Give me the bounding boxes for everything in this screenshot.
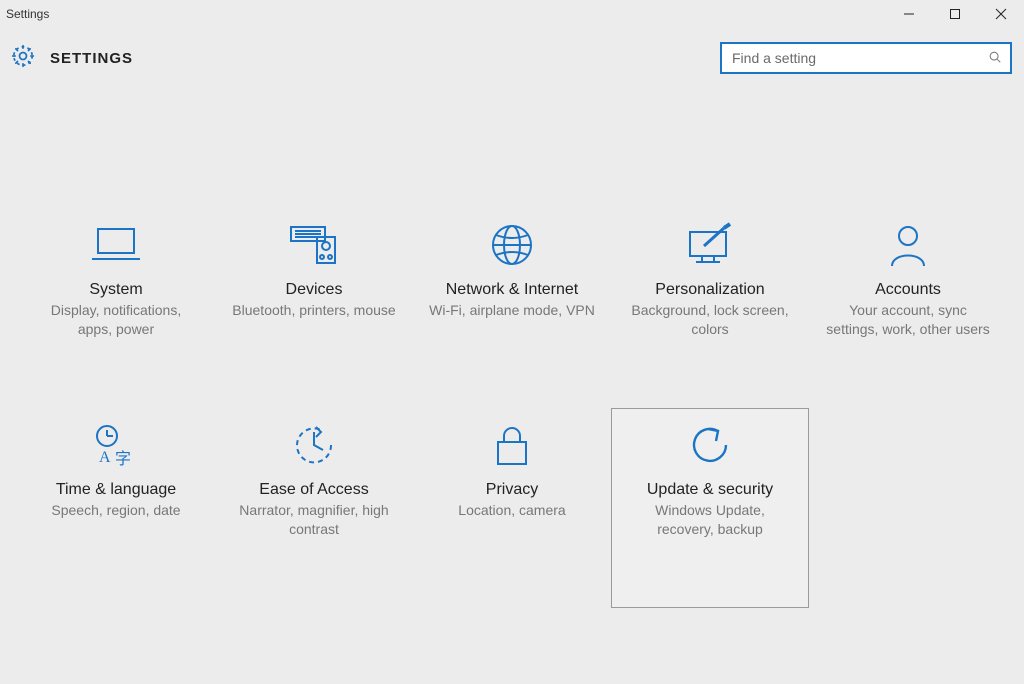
ease-of-access-icon — [291, 417, 337, 473]
tile-title: Devices — [286, 281, 343, 299]
tile-title: Privacy — [486, 481, 538, 499]
settings-grid: System Display, notifications, apps, pow… — [17, 208, 1007, 608]
window-controls — [886, 0, 1024, 28]
tile-desc: Wi-Fi, airplane mode, VPN — [429, 301, 595, 320]
globe-icon — [489, 217, 535, 273]
laptop-icon — [90, 217, 142, 273]
tile-desc: Speech, region, date — [51, 501, 180, 520]
titlebar: Settings — [0, 0, 1024, 28]
tile-desc: Windows Update, recovery, backup — [626, 501, 794, 539]
tile-desc: Your account, sync settings, work, other… — [824, 301, 992, 339]
tile-title: Update & security — [647, 481, 773, 499]
tile-desc: Location, camera — [458, 501, 565, 520]
minimize-button[interactable] — [886, 0, 932, 28]
search-icon — [988, 50, 1002, 67]
tile-title: Time & language — [56, 481, 176, 499]
page-title: SETTINGS — [50, 50, 133, 67]
tile-update-security[interactable]: Update & security Windows Update, recove… — [611, 408, 809, 608]
svg-text:字: 字 — [115, 450, 131, 468]
personalization-icon — [684, 217, 736, 273]
tile-time-language[interactable]: A 字 Time & language Speech, region, date — [17, 408, 215, 608]
search-input[interactable] — [730, 49, 988, 67]
tile-title: Ease of Access — [259, 481, 368, 499]
tile-privacy[interactable]: Privacy Location, camera — [413, 408, 611, 608]
svg-text:A: A — [99, 449, 111, 466]
tile-desc: Display, notifications, apps, power — [32, 301, 200, 339]
tile-devices[interactable]: Devices Bluetooth, printers, mouse — [215, 208, 413, 408]
lock-icon — [492, 417, 532, 473]
tile-system[interactable]: System Display, notifications, apps, pow… — [17, 208, 215, 408]
devices-icon — [287, 217, 341, 273]
header: SETTINGS — [0, 28, 1024, 78]
time-language-icon: A 字 — [91, 417, 141, 473]
tile-ease-of-access[interactable]: Ease of Access Narrator, magnifier, high… — [215, 408, 413, 608]
window-title: Settings — [6, 7, 49, 21]
tile-desc: Bluetooth, printers, mouse — [232, 301, 395, 320]
gear-icon — [10, 43, 36, 74]
tile-title: Network & Internet — [446, 281, 579, 299]
tile-personalization[interactable]: Personalization Background, lock screen,… — [611, 208, 809, 408]
tile-title: System — [89, 281, 142, 299]
update-icon — [687, 417, 733, 473]
tile-desc: Background, lock screen, colors — [626, 301, 794, 339]
tile-title: Accounts — [875, 281, 941, 299]
maximize-button[interactable] — [932, 0, 978, 28]
search-box[interactable] — [720, 42, 1012, 74]
tile-desc: Narrator, magnifier, high contrast — [230, 501, 398, 539]
close-button[interactable] — [978, 0, 1024, 28]
tile-network[interactable]: Network & Internet Wi-Fi, airplane mode,… — [413, 208, 611, 408]
person-icon — [886, 217, 930, 273]
tile-accounts[interactable]: Accounts Your account, sync settings, wo… — [809, 208, 1007, 408]
tile-title: Personalization — [655, 281, 764, 299]
